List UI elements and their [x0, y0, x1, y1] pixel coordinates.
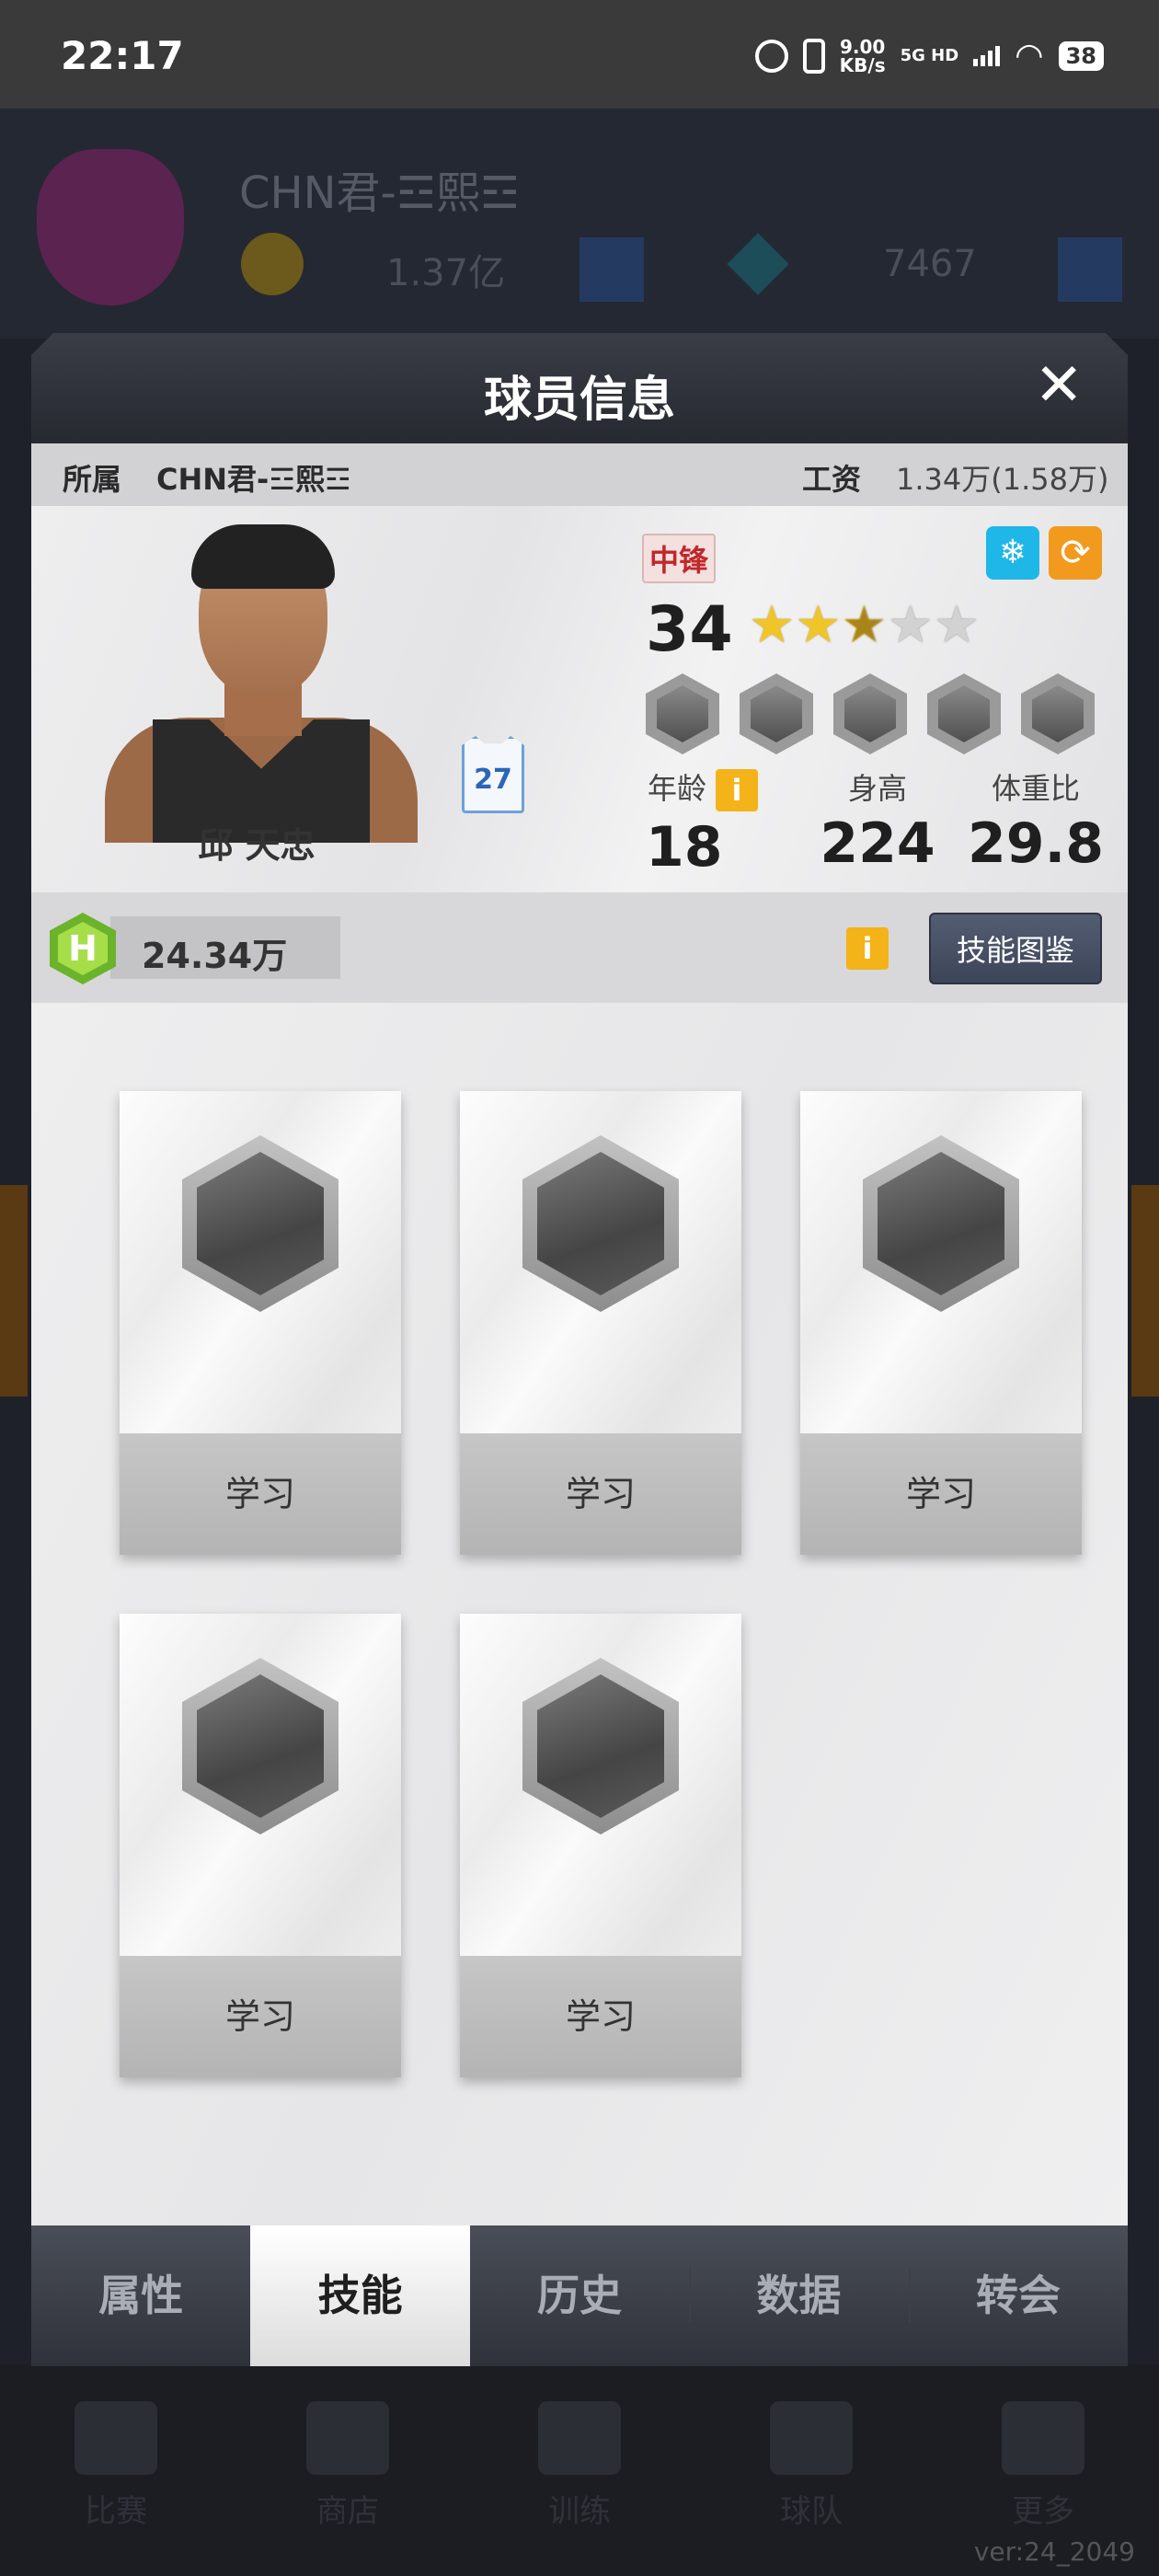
bg-nav-item: 球队 — [695, 2364, 927, 2576]
trait-slot-icon[interactable] — [1021, 673, 1095, 754]
skill-slots-area: 学习 学习 学习 学习 学习 — [31, 1003, 1128, 2225]
star-icon: ★ — [887, 595, 934, 655]
trait-slot-icon[interactable] — [740, 673, 813, 754]
bg-side-tab-left — [0, 1185, 28, 1397]
signal-icon — [973, 45, 1001, 66]
player-portrait — [77, 524, 436, 843]
player-rating: 34 — [646, 593, 733, 666]
tab-attributes[interactable]: 属性 — [31, 2225, 250, 2366]
add-gem-button — [1058, 237, 1122, 302]
skill-slot[interactable]: 学习 — [120, 1091, 401, 1555]
tab-skills[interactable]: 技能 — [250, 2225, 470, 2366]
learn-button[interactable]: 学习 — [460, 1433, 741, 1555]
coin-icon — [241, 233, 304, 295]
bg-nav-item: 比赛 — [0, 2364, 232, 2576]
star-icon: ★ — [933, 595, 981, 655]
star-icon: ★ — [749, 595, 796, 655]
team-value: CHN君-☲熙☲ — [156, 462, 351, 497]
learn-button[interactable]: 学习 — [120, 1433, 401, 1555]
height-value: 224 — [820, 811, 935, 876]
position-badge: 中锋 — [642, 534, 717, 583]
star-half-icon: ★ — [841, 595, 888, 655]
bg-side-tab-right — [1131, 1185, 1159, 1397]
player-card: 邱 天忠 27 中锋 ❄ ⟳ 34 ★★★★★ 年龄i 18 身高 2 — [31, 506, 1128, 892]
salary-value: 1.34万(1.58万) — [896, 462, 1109, 497]
trait-slot-icon[interactable] — [646, 673, 719, 754]
clock: 22:17 — [61, 33, 184, 78]
learn-button[interactable]: 学习 — [800, 1433, 1082, 1555]
skill-currency-bar: 24.34万 H i 技能图鉴 — [31, 892, 1128, 1003]
trait-slot-icon[interactable] — [833, 673, 907, 754]
learn-button[interactable]: 学习 — [120, 1956, 401, 2077]
team-logo — [37, 149, 184, 305]
skill-slot[interactable]: 学习 — [800, 1091, 1082, 1555]
player-name: 邱 天忠 — [198, 825, 316, 866]
status-icons: 9.00 KB/s 5G HD ◠ 38 — [754, 35, 1104, 76]
h-currency-box: 24.34万 — [110, 916, 340, 979]
tab-history[interactable]: 历史 — [470, 2225, 689, 2366]
bg-nav-item: 商店 — [232, 2364, 464, 2576]
weight-label: 体重比 — [991, 771, 1080, 806]
close-icon[interactable]: ✕ — [1034, 353, 1084, 418]
vibrate-icon — [802, 38, 825, 74]
age-info-icon[interactable]: i — [716, 769, 758, 811]
height-label: 身高 — [847, 771, 907, 806]
learn-button[interactable]: 学习 — [460, 1956, 741, 2077]
bg-team-name: CHN君-☲熙☲ — [239, 167, 520, 219]
player-info-dialog: 球员信息 ✕ 所属 CHN君-☲熙☲ 工资 1.34万(1.58万) 邱 天忠 … — [31, 333, 1128, 2366]
skill-slot[interactable]: 学习 — [460, 1614, 741, 2077]
dialog-header: 球员信息 ✕ — [31, 333, 1128, 443]
net-speed: 9.00 KB/s — [839, 35, 886, 76]
status-bar: 22:17 9.00 KB/s 5G HD ◠ 38 — [0, 0, 1159, 109]
network-type: 5G HD — [900, 45, 959, 65]
team-label: 所属 — [63, 462, 122, 497]
skill-guide-button[interactable]: 技能图鉴 — [929, 913, 1102, 984]
trait-slot-icon[interactable] — [927, 673, 1001, 754]
bg-nav-item: 训练 — [464, 2364, 695, 2576]
age-label: 年龄 — [647, 771, 706, 806]
dialog-title: 球员信息 — [483, 373, 675, 428]
bg-header: CHN君-☲熙☲ 1.37亿 7467 — [0, 109, 1159, 339]
skill-slot[interactable]: 学习 — [460, 1091, 741, 1555]
skill-slot[interactable]: 学习 — [120, 1614, 401, 2077]
gem-icon — [727, 233, 789, 295]
tab-transfer[interactable]: 转会 — [908, 2225, 1128, 2366]
height-stat: 身高 224 — [795, 765, 960, 876]
dialog-tabs: 属性 技能 历史 数据 转会 — [31, 2225, 1128, 2366]
dialog-body: 所属 CHN君-☲熙☲ 工资 1.34万(1.58万) 邱 天忠 27 中锋 ❄… — [31, 443, 1128, 2225]
age-stat: 年龄 i 18 — [642, 765, 763, 880]
salary-label: 工资 — [802, 462, 862, 497]
bg-gem-value: 7467 — [883, 243, 977, 285]
star-icon: ★ — [795, 595, 842, 655]
add-coin-button — [580, 237, 644, 302]
snowflake-icon[interactable]: ❄ — [986, 526, 1039, 580]
h-currency-value: 24.34万 — [142, 936, 288, 976]
bg-coin-value: 1.37亿 — [386, 252, 506, 294]
alarm-icon — [754, 39, 788, 73]
jersey-number: 27 — [474, 763, 512, 796]
trait-slots — [646, 673, 1095, 754]
tab-data[interactable]: 数据 — [689, 2225, 908, 2366]
version-label: ver:24_2049 — [973, 2536, 1135, 2567]
weight-value: 29.8 — [967, 811, 1105, 876]
jersey-icon[interactable]: 27 — [462, 736, 524, 813]
wifi-icon: ◠ — [1015, 37, 1044, 75]
age-value: 18 — [646, 815, 723, 880]
h-currency-icon: H — [50, 913, 116, 984]
battery-indicator: 38 — [1058, 40, 1104, 71]
weight-stat: 体重比 29.8 — [953, 765, 1119, 876]
info-icon[interactable]: i — [846, 927, 889, 970]
star-rating: ★ ★ ★ ★ ★ — [749, 598, 980, 653]
team-salary-bar: 所属 CHN君-☲熙☲ 工资 1.34万(1.58万) — [31, 443, 1128, 506]
renew-icon[interactable]: ⟳ — [1049, 526, 1102, 580]
